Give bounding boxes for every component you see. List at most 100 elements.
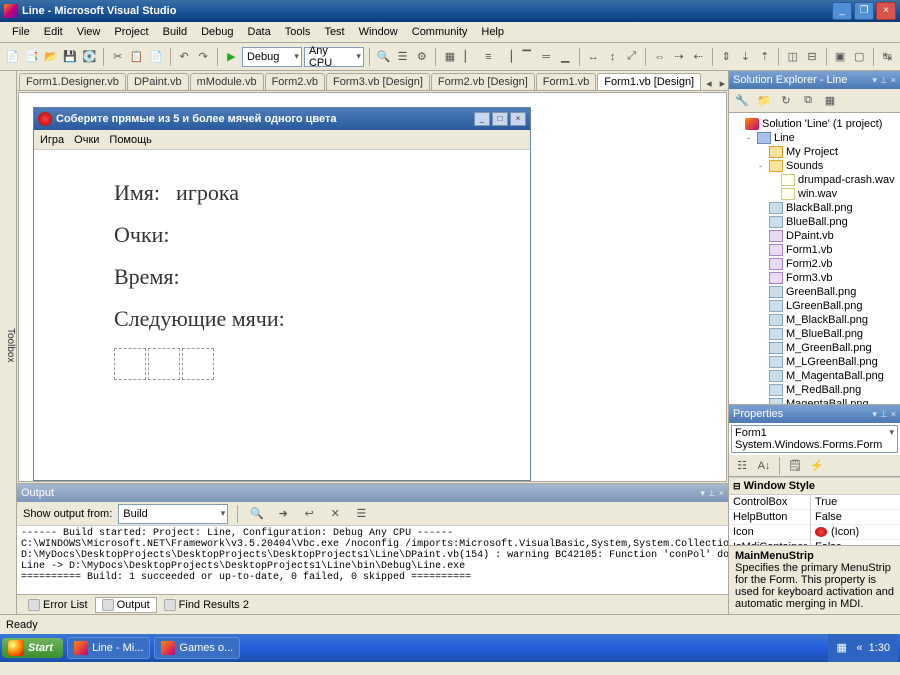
tree-node[interactable]: LGreenBall.png	[731, 299, 898, 313]
start-button[interactable]: Start	[2, 638, 63, 658]
tool2-icon[interactable]: ⚙	[413, 47, 430, 67]
form-min-button[interactable]: _	[474, 112, 490, 126]
restore-button[interactable]: ❐	[854, 2, 874, 20]
size-width-icon[interactable]: ↔	[585, 47, 602, 67]
next-balls-container[interactable]	[114, 348, 530, 380]
minimize-button[interactable]: _	[832, 2, 852, 20]
tray-icon[interactable]: ▦	[836, 641, 850, 655]
tree-node[interactable]: win.wav	[731, 187, 898, 201]
config-combo[interactable]: Debug	[242, 47, 302, 67]
doc-tab-active[interactable]: Form1.vb [Design]	[597, 73, 701, 90]
properties-icon[interactable]: 🔧	[732, 91, 752, 111]
form-menustrip[interactable]: Игра Очки Помощь	[34, 130, 530, 150]
menu-file[interactable]: File	[6, 24, 36, 40]
doc-tab[interactable]: Form1.Designer.vb	[19, 73, 126, 90]
dropdown-icon[interactable]: ▾	[872, 409, 877, 420]
tree-node[interactable]: -Sounds	[731, 159, 898, 173]
menu-test[interactable]: Test	[318, 24, 350, 40]
tree-node[interactable]: M_MagentaBall.png	[731, 369, 898, 383]
alphabetical-icon[interactable]: A↓	[754, 456, 774, 476]
properties-object-combo[interactable]: Form1 System.Windows.Forms.Form	[731, 425, 898, 453]
close-button[interactable]: ×	[876, 2, 896, 20]
system-tray[interactable]: ▦ « 1:30	[828, 634, 898, 662]
menu-debug[interactable]: Debug	[195, 24, 239, 40]
tree-node[interactable]: Form2.vb	[731, 257, 898, 271]
align-grid-icon[interactable]: ▦	[441, 47, 458, 67]
ball-slot[interactable]	[182, 348, 214, 380]
form-menu-item[interactable]: Помощь	[109, 134, 152, 146]
tree-node[interactable]: BlackBall.png	[731, 201, 898, 215]
send-back-icon[interactable]: ▢	[851, 47, 868, 67]
copy-icon[interactable]: 📋	[128, 47, 145, 67]
start-debug-icon[interactable]: ▶	[223, 47, 240, 67]
solution-tree[interactable]: Solution 'Line' (1 project)-LineMy Proje…	[729, 113, 900, 404]
tray-chevron-icon[interactable]: «	[856, 642, 862, 654]
bring-front-icon[interactable]: ▣	[831, 47, 848, 67]
align-middle-icon[interactable]: ═	[537, 47, 554, 67]
menu-edit[interactable]: Edit	[38, 24, 69, 40]
bottom-tab[interactable]: Find Results 2	[157, 597, 256, 613]
align-left-icon[interactable]: ▏	[461, 47, 478, 67]
label-next[interactable]: Следующие мячи:	[114, 306, 285, 332]
label-name[interactable]: Имя:	[114, 180, 160, 206]
menu-project[interactable]: Project	[108, 24, 154, 40]
tree-node[interactable]: M_RedBall.png	[731, 383, 898, 397]
form-menu-item[interactable]: Очки	[74, 134, 99, 146]
doc-tab[interactable]: Form2.vb	[265, 73, 325, 90]
menu-build[interactable]: Build	[157, 24, 193, 40]
pin-icon[interactable]: ⊥	[880, 409, 888, 420]
properties-title[interactable]: Properties ▾ ⊥ ×	[729, 405, 900, 423]
expand-icon[interactable]: -	[755, 161, 766, 171]
property-category[interactable]: ⊟ Window Style	[729, 477, 900, 495]
save-all-icon[interactable]: 💽	[81, 47, 98, 67]
bottom-tab[interactable]: Error List	[21, 597, 95, 613]
redo-icon[interactable]: ↷	[195, 47, 212, 67]
output-source-combo[interactable]: Build	[118, 504, 228, 524]
tab-next-icon[interactable]: ▸	[716, 77, 728, 90]
label-player[interactable]: игрока	[176, 180, 239, 206]
align-bottom-icon[interactable]: ▁	[557, 47, 574, 67]
doc-tab[interactable]: Form2.vb [Design]	[431, 73, 535, 90]
vspace-eq-icon[interactable]: ⇕	[718, 47, 735, 67]
form-menu-item[interactable]: Игра	[40, 134, 64, 146]
form-close-button[interactable]: ×	[510, 112, 526, 126]
solution-explorer-title[interactable]: Solution Explorer - Line ▾ ⊥ ×	[729, 71, 900, 89]
output-toggle-icon[interactable]: ☰	[351, 504, 371, 524]
save-icon[interactable]: 💾	[62, 47, 79, 67]
dropdown-icon[interactable]: ▾	[700, 488, 705, 499]
form-window[interactable]: Соберите прямые из 5 и более мячей одног…	[33, 107, 531, 481]
bottom-tab[interactable]: Output	[95, 597, 157, 613]
menu-window[interactable]: Window	[353, 24, 404, 40]
output-text[interactable]: ------ Build started: Project: Line, Con…	[17, 526, 728, 594]
tree-node[interactable]: -Line	[731, 131, 898, 145]
menu-help[interactable]: Help	[475, 24, 510, 40]
tool1-icon[interactable]: ☰	[394, 47, 411, 67]
doc-tab[interactable]: Form3.vb [Design]	[326, 73, 430, 90]
output-title[interactable]: Output ▾ ⊥ ×	[17, 484, 728, 502]
show-all-icon[interactable]: 📁	[754, 91, 774, 111]
property-grid[interactable]: ⊟ Window StyleControlBoxTrueHelpButtonFa…	[729, 477, 900, 545]
tree-node[interactable]: Form1.vb	[731, 243, 898, 257]
doc-tab[interactable]: mModule.vb	[190, 73, 264, 90]
output-goto-icon[interactable]: ➜	[273, 504, 293, 524]
tree-node[interactable]: M_BlackBall.png	[731, 313, 898, 327]
menu-community[interactable]: Community	[406, 24, 474, 40]
doc-tab[interactable]: DPaint.vb	[127, 73, 189, 90]
size-height-icon[interactable]: ↕	[604, 47, 621, 67]
undo-icon[interactable]: ↶	[175, 47, 192, 67]
tree-node[interactable]: BlueBall.png	[731, 215, 898, 229]
taskbar-button[interactable]: Games o...	[154, 637, 240, 659]
events-icon[interactable]: ⚡	[807, 456, 827, 476]
tab-prev-icon[interactable]: ◂	[702, 77, 716, 90]
form-max-button[interactable]: □	[492, 112, 508, 126]
taskbar-button[interactable]: Line - Mi...	[67, 637, 150, 659]
output-wrap-icon[interactable]: ↩	[299, 504, 319, 524]
refresh-icon[interactable]: ↻	[776, 91, 796, 111]
close-panel-icon[interactable]: ×	[891, 75, 896, 85]
tree-node[interactable]: MagentaBall.png	[731, 397, 898, 404]
hspace-eq-icon[interactable]: ⇔	[651, 47, 668, 67]
align-center-icon[interactable]: ≡	[480, 47, 497, 67]
doc-tab[interactable]: Form1.vb	[536, 73, 596, 90]
hspace-inc-icon[interactable]: ⇢	[670, 47, 687, 67]
tree-node[interactable]: drumpad-crash.wav	[731, 173, 898, 187]
